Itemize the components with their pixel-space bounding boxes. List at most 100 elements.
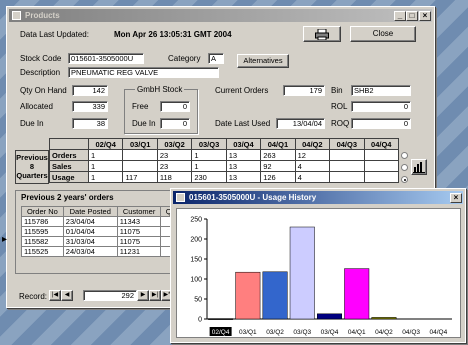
quarter-cell: 1 [191, 160, 227, 172]
gmbh-due-in-field[interactable]: 0 [160, 118, 190, 129]
orders-column-header[interactable]: Order No [21, 206, 64, 217]
stock-code-label: Stock Code [20, 54, 62, 63]
orders-cell: 115595 [21, 226, 64, 237]
maximize-button[interactable]: □ [406, 11, 418, 21]
quarter-row: Usage 1 117 118 230 13 126 4 [49, 171, 399, 183]
quarters-corner-cell [49, 138, 89, 150]
orders-cell: 24/03/04 [62, 246, 118, 257]
app-icon [176, 193, 185, 202]
quarter-cell: 263 [260, 149, 296, 161]
radio-usage[interactable] [401, 176, 408, 183]
category-field[interactable]: A [208, 53, 224, 64]
orders-row[interactable]: 115595 01/04/04 11075 [21, 226, 179, 237]
description-field[interactable]: PNEUMATIC REG VALVE [68, 67, 219, 78]
date-last-used-field[interactable]: 13/04/04 [276, 118, 325, 129]
quarter-cell: 13 [225, 149, 262, 161]
bin-field[interactable]: SHB2 [351, 85, 411, 96]
x-tick-label: 02/Q4 [212, 329, 230, 336]
due-in-field[interactable]: 38 [72, 118, 108, 129]
quarter-cell: 117 [122, 171, 158, 183]
orders-column-header[interactable]: Customer [116, 206, 162, 217]
quarter-row: Sales 1 23 1 13 92 4 [49, 160, 399, 172]
quarter-row-label: Usage [49, 171, 89, 183]
quarters-table: 02/Q4 03/Q1 03/Q2 03/Q3 03/Q4 04/Q1 04/Q2 04/Q3… [49, 138, 399, 183]
stock-code-field[interactable]: 015601-3505000U [68, 53, 144, 64]
quarter-row: Orders 1 23 1 13 263 12 [49, 149, 399, 161]
quarter-cell: 126 [260, 171, 296, 183]
quarter-header: 02/Q4 [87, 138, 124, 150]
next-record-button[interactable]: ▶ [137, 290, 149, 301]
usage-history-window: 015601-3505000U - Usage History × 0 50 100… [170, 188, 466, 343]
rol-field[interactable]: 0 [351, 101, 411, 112]
print-button[interactable] [303, 26, 341, 42]
usage-history-title: 015601-3505000U - Usage History [189, 193, 317, 202]
usage-bar-chart: 0 50 100 150 200 250 02/Q4 03/Q1 03/Q2 03/Q3 03/Q4… [190, 217, 452, 336]
x-tick-label: 04/Q4 [430, 329, 448, 336]
record-label: Record: [19, 292, 48, 301]
quarter-cell: 118 [156, 171, 193, 183]
gmbh-stock-label: GmbH Stock [135, 85, 185, 94]
quarter-cell: 1 [191, 149, 227, 161]
products-titlebar: Products _ □ × [9, 9, 432, 22]
orders-cell: 11231 [116, 246, 162, 257]
roq-field[interactable]: 0 [351, 118, 411, 129]
orders-row[interactable]: 115786 23/04/04 11343 [21, 216, 179, 227]
radio-orders[interactable] [401, 152, 408, 159]
orders-row[interactable]: 115582 31/03/04 11075 [21, 236, 179, 247]
prev-record-button[interactable]: ◀ [61, 290, 73, 301]
quarter-cell [122, 160, 158, 172]
y-tick-label: 50 [194, 297, 202, 304]
due-in-label: Due In [20, 119, 44, 128]
alternatives-button[interactable]: Alternatives [237, 54, 289, 68]
orders-row[interactable]: 115525 24/03/04 11231 [21, 246, 179, 257]
chart-button[interactable] [411, 159, 427, 175]
quarter-row-label: Sales [49, 160, 89, 172]
quarter-cell: 23 [156, 149, 193, 161]
x-tick-label: 04/Q2 [375, 329, 393, 336]
close-window-button[interactable]: × [419, 11, 431, 21]
last-record-button[interactable]: ▶| [149, 290, 161, 301]
quarter-cell: 4 [294, 171, 331, 183]
orders-column-header[interactable]: Date Posted [62, 206, 118, 217]
mouse-pointer-icon: ▸ [2, 234, 8, 245]
data-last-updated-label: Data Last Updated: [20, 30, 89, 39]
qty-on-hand-label: Qty On Hand [20, 86, 67, 95]
current-orders-field[interactable]: 179 [283, 85, 325, 96]
orders-cell: 11075 [116, 236, 162, 247]
bar-04-q2 [371, 317, 397, 320]
current-orders-label: Current Orders [215, 86, 269, 95]
orders-cell: 23/04/04 [62, 216, 118, 227]
quarter-cell: 230 [191, 171, 227, 183]
orders-cell: 115582 [21, 236, 64, 247]
quarter-header: 04/Q2 [294, 138, 331, 150]
quarter-cell: 1 [87, 149, 124, 161]
quarter-cell: 12 [294, 149, 331, 161]
bar-03-q4 [317, 313, 342, 320]
free-field[interactable]: 0 [160, 101, 190, 112]
record-field[interactable]: 292 [83, 290, 137, 301]
category-label: Category [168, 54, 201, 63]
quarter-cell: 4 [294, 160, 331, 172]
quarter-cell: 92 [260, 160, 296, 172]
radio-sales[interactable] [401, 164, 408, 171]
first-record-button[interactable]: |◀ [49, 290, 61, 301]
y-tick-label: 250 [190, 217, 202, 224]
y-tick-label: 0 [198, 317, 202, 324]
chart-area: 0 50 100 150 200 250 02/Q4 03/Q1 03/Q2 03/Q3 03/Q4… [176, 208, 461, 338]
orders-cell: 115525 [21, 246, 64, 257]
x-tick-label: 03/Q2 [266, 329, 284, 336]
quarter-cell [329, 171, 365, 183]
x-tick-label: 03/Q1 [239, 329, 257, 336]
bar-03-q3 [289, 226, 315, 320]
allocated-field[interactable]: 339 [72, 101, 108, 112]
orders-cell: 11343 [116, 216, 162, 227]
minimize-button[interactable]: _ [394, 11, 406, 21]
quarter-header: 04/Q3 [329, 138, 365, 150]
usage-close-button[interactable]: × [450, 193, 462, 203]
quarter-header: 03/Q2 [156, 138, 193, 150]
quarter-cell [363, 160, 399, 172]
close-button[interactable]: Close [350, 26, 416, 42]
data-last-updated-value: Mon Apr 26 13:05:31 GMT 2004 [114, 30, 232, 39]
gmbh-due-in-label: Due In [132, 119, 156, 128]
qty-on-hand-field[interactable]: 142 [72, 85, 108, 96]
